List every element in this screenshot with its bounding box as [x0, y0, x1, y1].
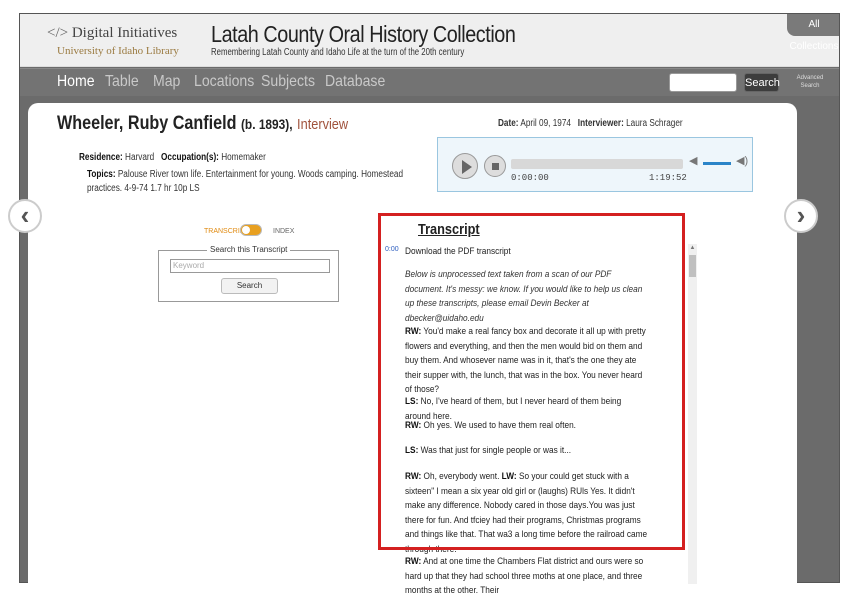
- nav-database[interactable]: Database: [325, 73, 385, 91]
- transcript-paragraph: RW: And at one time the Chambers Flat di…: [405, 556, 644, 596]
- main-nav: Home Table Map Locations Subjects Databa…: [20, 68, 839, 96]
- transcript-scrollbar[interactable]: ▲: [688, 244, 697, 584]
- digital-initiatives-logo[interactable]: </> Digital Initiatives: [47, 25, 177, 42]
- transcript-search-legend: Search this Transcript: [207, 245, 291, 254]
- scroll-up-icon[interactable]: ▲: [688, 244, 697, 252]
- transcript-search: Search this Transcript Keyword Search: [158, 245, 339, 302]
- scroll-thumb[interactable]: [689, 255, 696, 277]
- transcript-search-button[interactable]: Search: [221, 278, 278, 294]
- nav-table[interactable]: Table: [105, 73, 139, 91]
- transcript-highlight-box: [378, 213, 685, 550]
- residence-occupation: Residence: Harvard Occupation(s): Homema…: [79, 152, 266, 163]
- stop-icon[interactable]: [484, 155, 506, 177]
- interviewee-name: Wheeler, Ruby Canfield (b. 1893), Interv…: [57, 113, 349, 134]
- library-name[interactable]: University of Idaho Library: [57, 45, 179, 57]
- transcript-index-toggle[interactable]: [240, 224, 262, 236]
- record-type: Interview: [297, 116, 349, 133]
- nav-map[interactable]: Map: [153, 73, 180, 91]
- all-collections-button[interactable]: All Collections: [787, 14, 839, 52]
- duration: 1:19:52: [649, 173, 687, 183]
- date-interviewer: Date: April 09, 1974 Interviewer: Laura …: [498, 118, 683, 129]
- previous-record-arrow-icon[interactable]: ‹: [8, 199, 42, 233]
- advanced-search-link[interactable]: Advanced Search: [788, 74, 832, 90]
- nav-home[interactable]: Home: [57, 73, 95, 91]
- play-icon[interactable]: [452, 153, 478, 179]
- site-title[interactable]: Latah County Oral History Collection: [211, 21, 516, 48]
- mute-icon[interactable]: ◀: [689, 154, 697, 167]
- audio-player: 0:00:00 1:19:52 ◀ ◀): [437, 137, 753, 192]
- site-search-button[interactable]: Search: [744, 73, 780, 92]
- topics: Topics: Palouse River town life. Enterta…: [87, 169, 404, 180]
- topics-continued: practices. 4-9-74 1.7 hr 10p LS: [87, 183, 200, 194]
- site-subtitle: Remembering Latah County and Idaho Life …: [211, 47, 465, 58]
- site-header: </> Digital Initiatives University of Id…: [20, 14, 839, 67]
- audio-progress-bar[interactable]: [511, 159, 683, 169]
- volume-slider[interactable]: [703, 162, 731, 165]
- current-time: 0:00:00: [511, 173, 549, 183]
- site-search-input[interactable]: [669, 73, 737, 92]
- nav-subjects[interactable]: Subjects: [261, 73, 315, 91]
- nav-locations[interactable]: Locations: [194, 73, 254, 91]
- birth-year: (b. 1893),: [240, 116, 293, 132]
- index-toggle-label[interactable]: INDEX: [273, 228, 294, 235]
- keyword-input[interactable]: Keyword: [170, 259, 330, 273]
- next-record-arrow-icon[interactable]: ›: [784, 199, 818, 233]
- volume-max-icon[interactable]: ◀): [736, 154, 748, 167]
